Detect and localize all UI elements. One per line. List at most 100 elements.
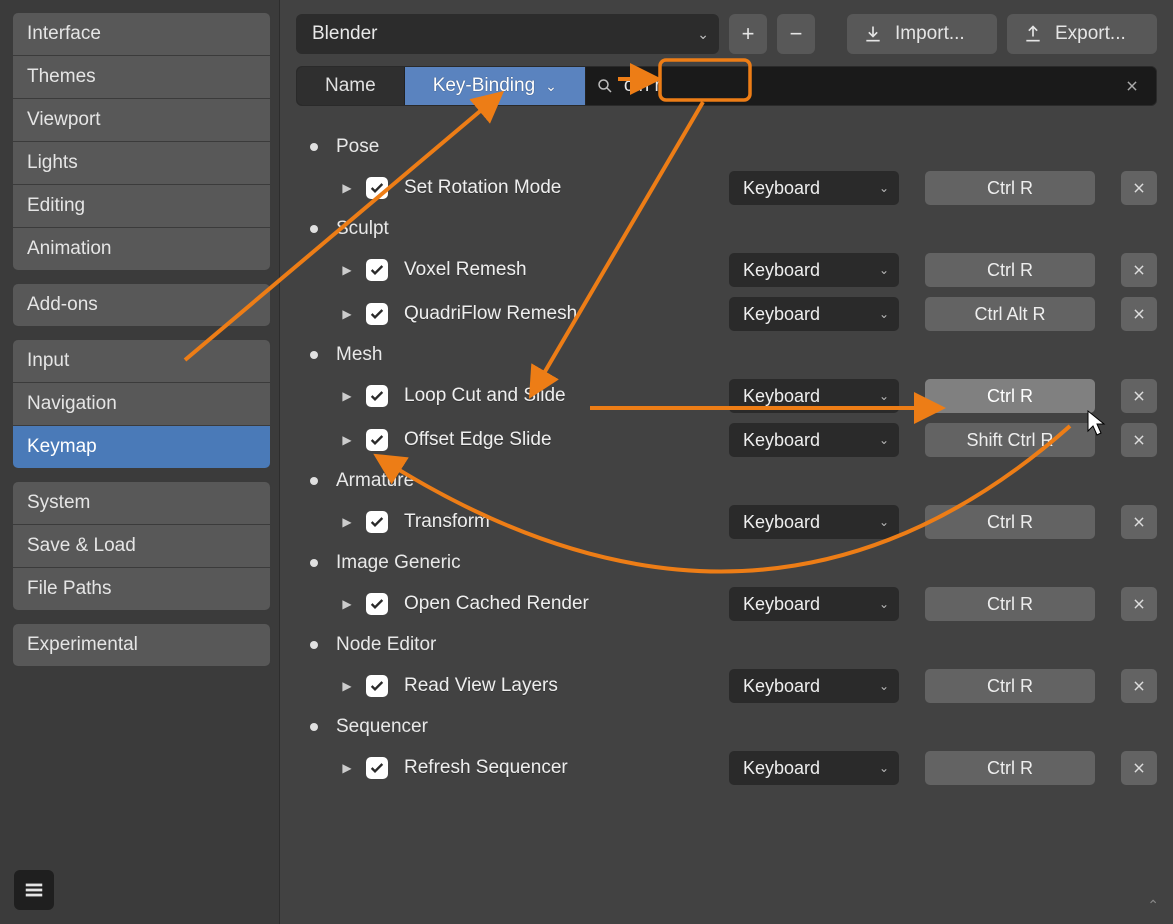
keymap-entry: ▶ Open Cached Render Keyboard⌄ Ctrl R — [302, 582, 1157, 626]
input-type-dropdown[interactable]: Keyboard⌄ — [729, 171, 899, 205]
sidebar-item-editing[interactable]: Editing — [12, 185, 271, 228]
keymap-checkbox[interactable] — [366, 757, 388, 779]
keymap-category: Sculpt — [302, 210, 1157, 248]
input-type-dropdown[interactable]: Keyboard⌄ — [729, 505, 899, 539]
shortcut-button[interactable]: Shift Ctrl R — [925, 423, 1095, 457]
shortcut-button[interactable]: Ctrl R — [925, 505, 1095, 539]
shortcut-button[interactable]: Ctrl R — [925, 379, 1095, 413]
close-icon — [1132, 389, 1146, 403]
shortcut-button[interactable]: Ctrl R — [925, 253, 1095, 287]
delete-keymap-entry-button[interactable] — [1121, 253, 1157, 287]
shortcut-button[interactable]: Ctrl R — [925, 669, 1095, 703]
keymap-entry-name: Read View Layers — [398, 675, 719, 697]
chevron-down-icon: ⌄ — [879, 597, 889, 611]
close-icon — [1132, 597, 1146, 611]
close-icon — [1132, 433, 1146, 447]
keymap-entry-name: Offset Edge Slide — [398, 429, 719, 451]
delete-keymap-entry-button[interactable] — [1121, 669, 1157, 703]
keymap-preset-dropdown[interactable]: Blender ⌄ — [296, 14, 719, 54]
import-keymap-button[interactable]: Import... — [847, 14, 997, 54]
shortcut-button[interactable]: Ctrl R — [925, 751, 1095, 785]
sidebar-item-interface[interactable]: Interface — [12, 12, 271, 56]
input-type-dropdown[interactable]: Keyboard⌄ — [729, 253, 899, 287]
sidebar-item-lights[interactable]: Lights — [12, 142, 271, 185]
keymap-entry-name: Open Cached Render — [398, 593, 719, 615]
delete-keymap-entry-button[interactable] — [1121, 379, 1157, 413]
bullet-icon — [310, 723, 318, 731]
keymap-category: Image Generic — [302, 544, 1157, 582]
keymap-checkbox[interactable] — [366, 593, 388, 615]
chevron-down-icon: ⌄ — [879, 433, 889, 447]
delete-keymap-entry-button[interactable] — [1121, 423, 1157, 457]
keymap-search-input[interactable] — [624, 75, 1108, 97]
preset-remove-button[interactable]: − — [777, 14, 815, 54]
search-mode-name[interactable]: Name — [297, 67, 405, 105]
search-mode-key-binding[interactable]: Key-Binding ⌄ — [405, 67, 586, 105]
shortcut-button[interactable]: Ctrl R — [925, 171, 1095, 205]
keymap-checkbox[interactable] — [366, 429, 388, 451]
expand-triangle-icon[interactable]: ▶ — [338, 761, 356, 775]
sidebar-item-input[interactable]: Input — [12, 339, 271, 383]
bullet-icon — [310, 351, 318, 359]
delete-keymap-entry-button[interactable] — [1121, 587, 1157, 621]
delete-keymap-entry-button[interactable] — [1121, 297, 1157, 331]
hamburger-menu-button[interactable] — [14, 870, 54, 910]
keymap-entry-name: Voxel Remesh — [398, 259, 719, 281]
keymap-results-list: Pose▶Set Rotation ModeKeyboard⌄Ctrl RScu… — [296, 128, 1157, 790]
expand-triangle-icon[interactable]: ▶ — [338, 433, 356, 447]
keymap-checkbox[interactable] — [366, 177, 388, 199]
category-label: Sequencer — [336, 716, 428, 738]
input-type-dropdown[interactable]: Keyboard⌄ — [729, 423, 899, 457]
keymap-checkbox[interactable] — [366, 259, 388, 281]
input-type-dropdown[interactable]: Keyboard⌄ — [729, 669, 899, 703]
expand-triangle-icon[interactable]: ▶ — [338, 389, 356, 403]
sidebar-item-navigation[interactable]: Navigation — [12, 383, 271, 426]
sidebar-item-keymap[interactable]: Keymap — [12, 426, 271, 469]
expand-triangle-icon[interactable]: ▶ — [338, 679, 356, 693]
sidebar-item-experimental[interactable]: Experimental — [12, 623, 271, 667]
input-type-dropdown[interactable]: Keyboard⌄ — [729, 297, 899, 331]
input-type-dropdown[interactable]: Keyboard⌄ — [729, 751, 899, 785]
panel-resize-chevron[interactable]: ⌃ — [1147, 897, 1159, 914]
category-label: Image Generic — [336, 552, 461, 574]
expand-triangle-icon[interactable]: ▶ — [338, 307, 356, 321]
search-input-container — [586, 67, 1156, 105]
input-type-dropdown[interactable]: Keyboard⌄ — [729, 587, 899, 621]
sidebar-item-animation[interactable]: Animation — [12, 228, 271, 271]
expand-triangle-icon[interactable]: ▶ — [338, 181, 356, 195]
sidebar-item-file-paths[interactable]: File Paths — [12, 568, 271, 611]
keymap-search-bar: Name Key-Binding ⌄ — [296, 66, 1157, 106]
keymap-checkbox[interactable] — [366, 675, 388, 697]
minus-icon: − — [790, 21, 803, 47]
chevron-down-icon: ⌄ — [545, 78, 557, 95]
bullet-icon — [310, 143, 318, 151]
preset-add-button[interactable]: + — [729, 14, 767, 54]
keymap-checkbox[interactable] — [366, 385, 388, 407]
clear-search-button[interactable] — [1118, 72, 1146, 100]
chevron-down-icon: ⌄ — [879, 307, 889, 321]
keymap-checkbox[interactable] — [366, 511, 388, 533]
export-keymap-button[interactable]: Export... — [1007, 14, 1157, 54]
sidebar-item-add-ons[interactable]: Add-ons — [12, 283, 271, 327]
bullet-icon — [310, 225, 318, 233]
keymap-checkbox[interactable] — [366, 303, 388, 325]
sidebar-item-save-load[interactable]: Save & Load — [12, 525, 271, 568]
keymap-entry: ▶Set Rotation ModeKeyboard⌄Ctrl R — [302, 166, 1157, 210]
preset-label: Blender — [312, 23, 697, 45]
delete-keymap-entry-button[interactable] — [1121, 751, 1157, 785]
chevron-down-icon: ⌄ — [879, 389, 889, 403]
shortcut-button[interactable]: Ctrl R — [925, 587, 1095, 621]
expand-triangle-icon[interactable]: ▶ — [338, 263, 356, 277]
sidebar-item-themes[interactable]: Themes — [12, 56, 271, 99]
expand-triangle-icon[interactable]: ▶ — [338, 515, 356, 529]
keymap-entry: ▶QuadriFlow RemeshKeyboard⌄Ctrl Alt R — [302, 292, 1157, 336]
chevron-down-icon: ⌄ — [697, 26, 709, 43]
delete-keymap-entry-button[interactable] — [1121, 505, 1157, 539]
sidebar-item-system[interactable]: System — [12, 481, 271, 525]
expand-triangle-icon[interactable]: ▶ — [338, 597, 356, 611]
bullet-icon — [310, 641, 318, 649]
input-type-dropdown[interactable]: Keyboard⌄ — [729, 379, 899, 413]
delete-keymap-entry-button[interactable] — [1121, 171, 1157, 205]
sidebar-item-viewport[interactable]: Viewport — [12, 99, 271, 142]
shortcut-button[interactable]: Ctrl Alt R — [925, 297, 1095, 331]
